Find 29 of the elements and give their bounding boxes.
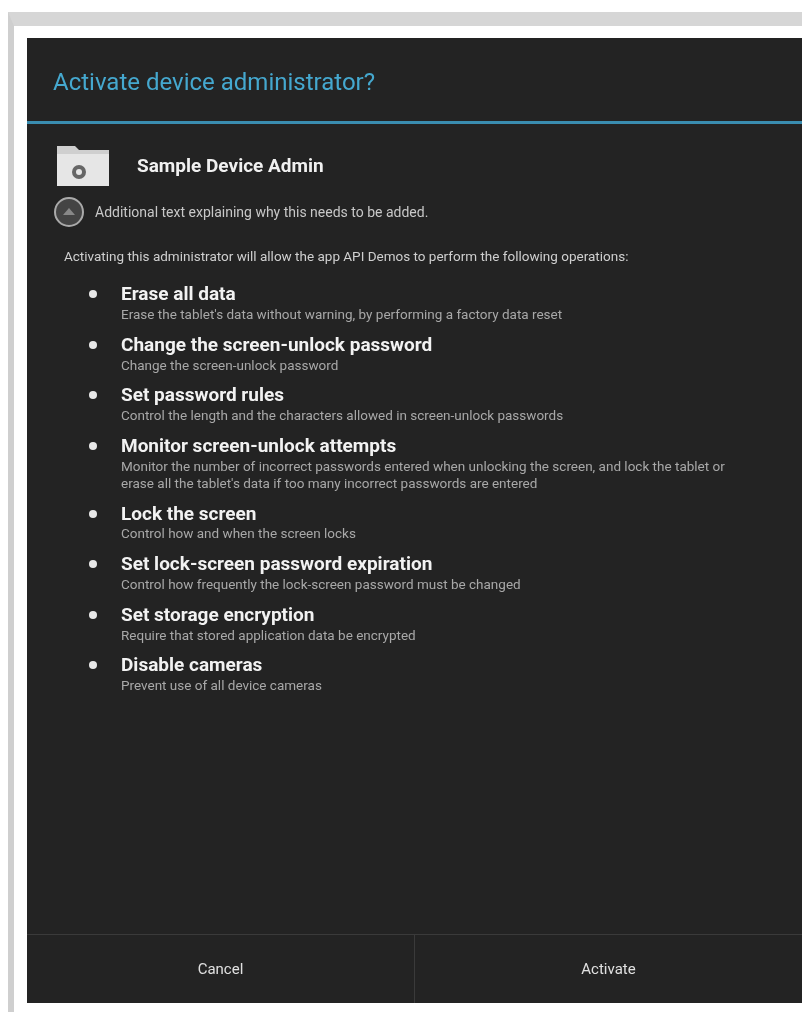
hint-text: Additional text explaining why this needs to be added.: [95, 204, 429, 220]
policy-description: Prevent use of all device cameras: [121, 677, 322, 695]
dialog-title: Activate device administrator?: [27, 38, 802, 124]
policy-title: Lock the screen: [121, 501, 258, 526]
policy-description: Control how frequently the lock-screen password must be changed: [121, 575, 521, 593]
policy-description: Change the screen-unlock password: [121, 356, 340, 374]
policy-title: Set lock-screen password expiration: [121, 552, 434, 576]
bullet-icon: [89, 610, 97, 619]
policy-title: Set storage encryption: [121, 602, 316, 627]
bullet-icon: [89, 442, 97, 451]
bullet-icon: [89, 340, 97, 349]
intro-text: Activating this administrator will allow the app API Demos to perform the following operations:: [64, 248, 630, 265]
policy-description: Erase the tablet's data without warning, by performing a factory data reset: [121, 305, 563, 323]
policy-title: Monitor screen-unlock attempts: [121, 434, 398, 458]
policy-title: Set password rules: [121, 383, 285, 408]
bullet-icon: [89, 560, 97, 569]
policy-description: Control the length and the characters allowed in screen-unlock passwords: [121, 407, 564, 425]
policy-title: Change the screen-unlock password: [121, 332, 433, 357]
bullet-icon: [89, 509, 97, 518]
policy-description: Control how and when the screen locks: [121, 525, 356, 543]
bullet-icon: [89, 391, 97, 400]
policy-title: Disable cameras: [121, 653, 264, 678]
app-name: Sample Device Admin: [137, 153, 324, 177]
bullet-icon: [89, 661, 97, 670]
policy-description: Monitor the number of incorrect passwords entered when unlocking the screen, and lock the tablet or erase all the tablet's data if too many incorrect passwords are entered: [121, 457, 726, 492]
policy-description: Require that stored application data be encrypted: [121, 626, 416, 644]
bullet-icon: [89, 290, 97, 299]
expand-icon[interactable]: [53, 196, 85, 228]
policy-title: Erase all data: [121, 282, 237, 306]
